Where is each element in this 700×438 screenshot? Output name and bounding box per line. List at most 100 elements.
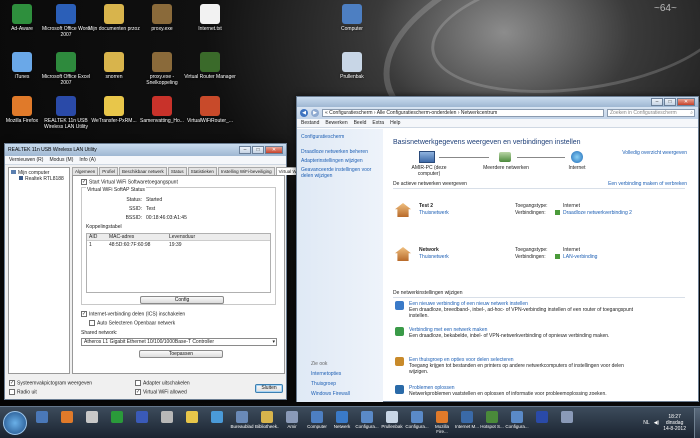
desktop-icon[interactable]: REALTEK 11n USB Wireless LAN Utility xyxy=(40,96,92,130)
desktop-icon[interactable]: Internet.txt xyxy=(184,4,236,32)
taskbar-item[interactable] xyxy=(180,409,204,437)
taskbar-item[interactable]: Prullenbak xyxy=(380,409,404,437)
sidebar-adapter-settings[interactable]: Adapterinstellingen wijzigen xyxy=(301,158,379,164)
see-also-firewall[interactable]: Windows Firewall xyxy=(311,391,350,397)
menu-view[interactable]: Beeld xyxy=(354,120,367,126)
breadcrumb[interactable]: « Configuratiescherm › Alle Configuratie… xyxy=(322,109,604,117)
shared-network-select[interactable]: Atheros L1 Gigabit Ethernet 10/100/1000B… xyxy=(81,338,277,346)
menu-file[interactable]: Bestand xyxy=(301,120,319,126)
taskbar-item[interactable]: Computer xyxy=(305,409,329,437)
network-type-link[interactable]: Thuisnetwerk xyxy=(419,254,449,260)
internet-globe-icon xyxy=(571,151,583,163)
taskbar-item[interactable] xyxy=(30,409,54,437)
taskbar-item[interactable]: Bureaublad xyxy=(230,409,254,437)
desktop-icon[interactable]: Microsoft Office Excel 2007 xyxy=(40,52,92,86)
config-button[interactable]: Config xyxy=(140,296,224,304)
connection-link[interactable]: Draadloze netwerkverbinding 2 xyxy=(563,210,632,216)
desktop-icon[interactable]: snorren xyxy=(88,52,140,80)
back-icon[interactable]: ◀ xyxy=(300,109,308,117)
see-also-homegroup[interactable]: Thuisgroep xyxy=(311,381,336,387)
tab-status[interactable]: Status xyxy=(167,167,187,175)
sidebar-advanced-sharing[interactable]: Geavanceerde instellingen voor delen wij… xyxy=(301,167,379,179)
tab-statistics[interactable]: Statistieken xyxy=(187,167,217,175)
taskbar-item[interactable]: Bibliotheek... xyxy=(255,409,279,437)
menu-about[interactable]: Info (A) xyxy=(79,157,95,163)
taskbar-app-icon xyxy=(36,410,48,423)
tab-general[interactable]: Algemeen xyxy=(72,167,99,175)
ics-checkbox[interactable]: ✓ Internet-verbinding delen (ICS) inschak… xyxy=(81,311,185,317)
apply-button[interactable]: Toepassen xyxy=(139,350,223,358)
taskbar-item[interactable] xyxy=(205,409,229,437)
tab-profile[interactable]: Profiel xyxy=(99,167,119,175)
desktop-icon[interactable]: Mijn documenten przoz xyxy=(88,4,140,32)
taskbar-item[interactable]: Configura... xyxy=(505,409,529,437)
taskbar-item[interactable] xyxy=(130,409,154,437)
connection-link[interactable]: LAN-verbinding xyxy=(563,254,597,260)
clock[interactable]: 18:27 dinsdag 14-8-2012 xyxy=(663,414,686,432)
volume-icon[interactable]: ◀) xyxy=(654,420,660,426)
close-dialog-button[interactable]: Sluiten xyxy=(255,384,283,393)
taskbar-item[interactable]: Configura... xyxy=(405,409,429,437)
menu-help[interactable]: Help xyxy=(390,120,400,126)
taskbar-item[interactable]: Internet M... xyxy=(455,409,479,437)
desktop-icon[interactable]: Computer xyxy=(326,4,378,32)
radio-off-checkbox[interactable]: Radio uit xyxy=(9,389,37,395)
close-button[interactable]: ✕ xyxy=(677,98,695,106)
menu-tools[interactable]: Extra xyxy=(372,120,384,126)
desktop-icon[interactable]: Virtual Router Manager xyxy=(184,52,236,80)
auto-select-checkbox[interactable]: Auto Selecteren Openbaar netwerk xyxy=(89,320,175,326)
desktop-icon[interactable]: Prullenbak xyxy=(326,52,378,80)
wallpaper-logo: ~64~ xyxy=(654,3,677,14)
adapter-off-checkbox[interactable]: Adapter uitschakelen xyxy=(135,380,190,386)
table-row[interactable]: 1 48:5D:60:7F:60:98 19:39 xyxy=(87,241,270,249)
show-desktop-button[interactable] xyxy=(694,407,700,438)
taskbar-item[interactable]: Configura... xyxy=(355,409,379,437)
tab-available-network[interactable]: Beschikbaar netwerk xyxy=(119,167,167,175)
realtek-titlebar[interactable]: REALTEK 11n USB Wireless LAN Utility – □… xyxy=(5,144,286,156)
desktop-icon[interactable]: proxy.exe - Snelkoppeling xyxy=(136,52,188,86)
network-type-link[interactable]: Thuisnetwerk xyxy=(419,210,449,216)
connect-disconnect-link[interactable]: Een verbinding maken of verbreken xyxy=(608,181,687,187)
network-center-titlebar[interactable]: – □ ✕ xyxy=(297,97,698,107)
desktop-icon[interactable]: WeTransfer-PxRM... xyxy=(88,96,140,124)
start-button[interactable] xyxy=(3,410,27,435)
taskbar-item[interactable]: Netwerk xyxy=(330,409,354,437)
col-aid[interactable]: AID xyxy=(87,234,109,240)
taskbar-item[interactable] xyxy=(155,409,179,437)
maximize-button[interactable]: □ xyxy=(252,146,264,154)
tree-adapter[interactable]: Realtek RTL8188 xyxy=(11,176,67,182)
tray-icon-checkbox[interactable]: ✓ Systeemvakpictogram weergeven xyxy=(9,380,92,386)
menu-mode[interactable]: Modus (M) xyxy=(49,157,73,163)
taskbar-item[interactable]: Amir xyxy=(280,409,304,437)
taskbar-item[interactable] xyxy=(55,409,79,437)
taskbar-item[interactable] xyxy=(555,409,579,437)
see-also-internet-options[interactable]: Internetopties xyxy=(311,371,341,377)
search-input[interactable]: Zoeken in Configuratiescherm ⌕ xyxy=(607,109,695,117)
maximize-button[interactable]: □ xyxy=(664,98,676,106)
taskbar-item[interactable] xyxy=(530,409,554,437)
minimize-button[interactable]: – xyxy=(239,146,251,154)
taskbar-item[interactable] xyxy=(80,409,104,437)
language-indicator[interactable]: NL xyxy=(643,420,649,426)
taskbar-item[interactable] xyxy=(105,409,129,437)
search-icon: ⌕ xyxy=(690,110,693,116)
taskbar-item[interactable]: Hotspot S... xyxy=(480,409,504,437)
sidebar-manage-wireless[interactable]: Draadloze netwerken beheren xyxy=(301,149,379,155)
taskbar-item[interactable]: Mozilla Fire... xyxy=(430,409,454,437)
col-mac[interactable]: MAC-adres xyxy=(109,234,169,240)
desktop-icon[interactable]: Microsoft Office Word 2007 xyxy=(40,4,92,38)
sidebar-home-link[interactable]: Configuratiescherm xyxy=(301,134,379,140)
menu-edit[interactable]: Bewerken xyxy=(325,120,347,126)
virtual-wifi-allowed-checkbox[interactable]: ✓ Virtual WiFi allowed xyxy=(135,389,187,395)
forward-icon[interactable]: ▶ xyxy=(311,109,319,117)
minimize-button[interactable]: – xyxy=(651,98,663,106)
tab-wifi-security[interactable]: Instelling WiFi-beveiliging xyxy=(217,167,275,175)
start-softap-checkbox[interactable]: ✓ Start Virtual WiFi Softwaretoegangspunt xyxy=(81,179,178,185)
desktop-icon[interactable]: Samenvatting_Ho... xyxy=(136,96,188,124)
close-button[interactable]: ✕ xyxy=(265,146,283,154)
desktop-icon[interactable]: VirtualWiFiRouter_... xyxy=(184,96,236,124)
menu-refresh[interactable]: Vernieuwen (R) xyxy=(9,157,43,163)
taskbar-app-icon xyxy=(61,410,73,423)
desktop-icon[interactable]: proxy.exe xyxy=(136,4,188,32)
col-lifetime[interactable]: Levensduur xyxy=(169,234,229,240)
